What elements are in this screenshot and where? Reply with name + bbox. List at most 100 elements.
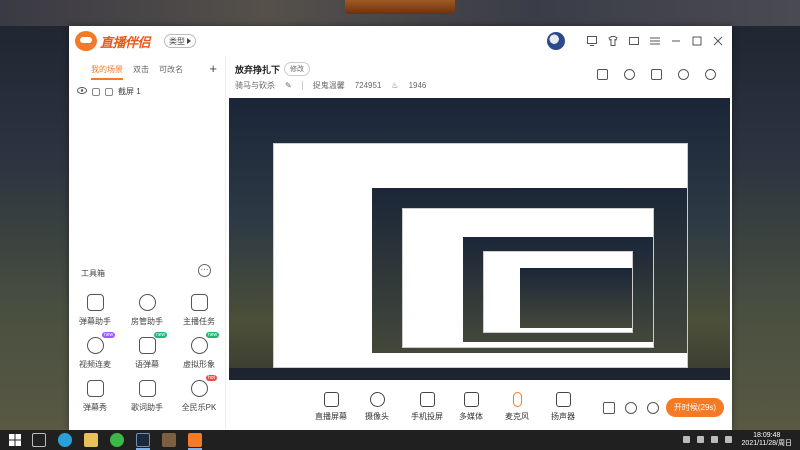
minimize-icon[interactable] [670,35,682,47]
fire-icon: ♨ [391,81,399,90]
tool-label: 虚拟形象 [183,360,215,369]
mode-button[interactable]: 类型 [164,34,196,48]
room-id: 724951 [354,81,382,90]
layout-icon[interactable] [651,69,662,80]
microphone-icon [512,392,522,407]
channel-name: 捉鬼温馨 [312,81,345,90]
multimedia-button[interactable]: 多媒体 [459,392,483,422]
speaker-button[interactable]: 扬声器 [551,392,575,422]
eye-icon[interactable] [77,87,87,96]
skin-icon[interactable] [628,35,640,47]
tool-admin-assistant[interactable]: 房管助手 [121,294,173,327]
microphone-button[interactable]: 麦克风 [505,392,529,422]
settings-gear-icon[interactable] [647,402,659,414]
stream-preview[interactable] [229,98,730,380]
mouse-cursor-icon [686,48,691,56]
eye-preview-icon[interactable] [625,402,637,414]
tab-double-click[interactable]: 双击 [133,64,149,80]
live-companion-taskbar-icon[interactable] [188,433,202,447]
edge-browser-icon[interactable] [58,433,72,447]
more-tools-button[interactable]: ··· [198,264,211,277]
avatar-virtual-icon [190,337,208,354]
scene-tabs: 我的场景 双击 可改名 [91,64,183,80]
phone-cast-button[interactable]: 手机投屏 [411,392,443,422]
clock-time: 18:09:48 [753,432,781,439]
tool-pk[interactable]: hot 全民乐PK [173,375,225,413]
tool-voice-barrage[interactable]: new 语弹幕 [121,332,173,370]
system-clock[interactable]: 18:09:48 2021/11/28/周日 [742,432,792,448]
share-icon[interactable] [705,69,716,80]
edit-pencil-icon[interactable]: ✎ [285,81,292,90]
windows-start-icon[interactable] [8,433,22,447]
camera-button[interactable]: 摄像头 [365,392,389,422]
tool-label: 弹幕助手 [79,317,111,326]
toolbox-grid: 弹幕助手 房管助手 主播任务 new 视频连麦 new 语弹幕 new 虚拟形象… [69,294,226,413]
nested-preview-3 [483,251,633,333]
tool-barrage-assistant[interactable]: 弹幕助手 [69,294,121,327]
logo-text: 直播伴侣 [100,34,151,50]
nested-preview-2-screen [463,237,653,342]
app-logo: 直播伴侣 [75,31,151,51]
divider [301,81,303,90]
game-banner [345,0,455,14]
tool-virtual-avatar[interactable]: new 虚拟形象 [173,332,225,370]
volume-icon[interactable] [711,436,718,443]
system-tray [683,436,732,443]
new-badge: new [154,332,168,338]
tool-label: 主播任务 [183,317,215,326]
shirt-icon[interactable] [607,35,619,47]
speaker-icon [555,392,571,407]
source-item[interactable]: 截屏 1 [77,86,141,97]
stream-title: 放弃挣扎下 [235,65,281,75]
ime-icon[interactable] [725,436,732,443]
tool-anchor-task[interactable]: 主播任务 [173,294,225,327]
gift-icon[interactable] [597,69,608,80]
mode-label: 类型 [169,36,185,46]
stream-meta: 骑马与砍杀 ✎ 捉鬼温馨 724951 ♨ 1946 [235,80,426,91]
tool-label: 全民乐PK [181,403,217,412]
task-view-icon[interactable] [32,433,46,447]
steam-icon[interactable] [136,433,150,447]
control-label: 多媒体 [459,412,483,421]
screen-icon [323,392,339,407]
hot-badge: hot [206,375,217,381]
nested-preview-1-screen [372,188,687,353]
lock-screen-icon[interactable] [624,69,635,80]
game-icon[interactable] [162,433,176,447]
tool-video-link[interactable]: new 视频连麦 [69,332,121,370]
start-live-button[interactable]: 开时候(29s) [666,398,724,417]
file-explorer-icon[interactable] [84,433,98,447]
app-green-icon[interactable] [110,433,124,447]
task-icon [190,294,208,311]
maximize-icon[interactable] [691,35,703,47]
screen-capture-button[interactable]: 直播屏幕 [315,392,347,422]
tool-label: 歌词助手 [131,403,163,412]
bell-icon[interactable] [678,69,689,80]
tool-barrage-show[interactable]: 弹幕秀 [69,380,121,413]
tray-arrow-icon[interactable] [683,436,690,443]
user-avatar[interactable] [547,32,565,50]
record-icon[interactable] [603,402,615,414]
tool-label: 弹幕秀 [83,403,107,412]
tab-rename[interactable]: 可改名 [159,64,183,80]
source-label: 截屏 1 [118,87,141,96]
toolbox-title: 工具箱 [81,269,105,278]
barrage-icon [86,294,104,311]
voice-barrage-icon [138,337,156,354]
tool-label: 视频连麦 [79,360,111,369]
lock-icon[interactable] [92,87,100,96]
download-icon[interactable] [586,35,598,47]
control-label: 摄像头 [365,412,389,421]
category-label[interactable]: 骑马与砍杀 [235,80,275,91]
new-badge: new [206,332,220,338]
tool-lyrics-assistant[interactable]: 歌词助手 [121,380,173,413]
close-icon[interactable] [712,35,724,47]
network-icon[interactable] [697,436,704,443]
menu-icon[interactable] [649,35,661,47]
crop-icon [105,87,113,96]
add-scene-button[interactable]: + [209,61,217,76]
left-panel: 我的场景 双击 可改名 + 截屏 1 工具箱 ··· 弹幕助手 房管助手 主播任… [69,56,226,430]
tab-my-scene[interactable]: 我的场景 [91,64,123,80]
edit-title-button[interactable]: 修改 [284,62,310,76]
phone-cast-icon [419,392,435,407]
